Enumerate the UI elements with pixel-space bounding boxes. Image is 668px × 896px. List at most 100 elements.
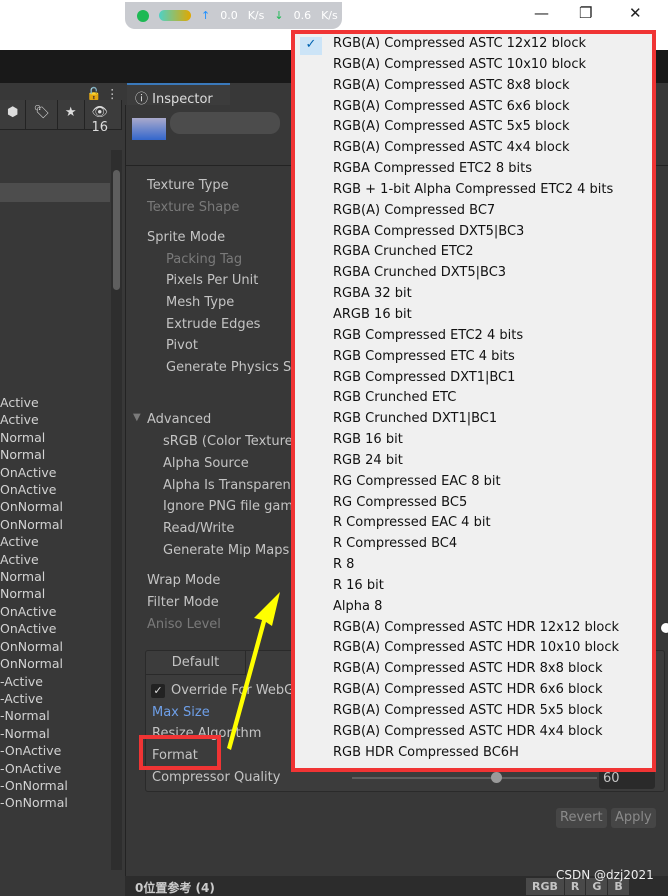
hierarchy-list: Active Active Normal Normal OnActive OnActive… bbox=[0, 394, 68, 812]
format-option[interactable]: R 8 bbox=[333, 555, 619, 576]
check-icon: ✓ bbox=[300, 37, 322, 55]
format-option[interactable]: RGB(A) Compressed ASTC HDR 5x5 block bbox=[333, 701, 619, 722]
hierarchy-item[interactable]: OnActive bbox=[0, 481, 68, 498]
status-dot-icon bbox=[137, 9, 149, 22]
format-option[interactable]: RG Compressed BC5 bbox=[333, 493, 619, 514]
format-option[interactable]: RGB(A) Compressed ASTC 4x4 block bbox=[333, 138, 619, 159]
selected-row[interactable] bbox=[0, 183, 110, 202]
format-option[interactable]: RGB Compressed ETC2 4 bits bbox=[333, 326, 619, 347]
format-option[interactable]: RGB(A) Compressed ASTC 5x5 block bbox=[333, 117, 619, 138]
format-option[interactable]: RGB Crunched DXT1|BC1 bbox=[333, 409, 619, 430]
format-options: RGB(A) Compressed ASTC 12x12 block RGB(A)… bbox=[333, 34, 619, 764]
format-option[interactable]: RGB(A) Compressed BC7 bbox=[333, 201, 619, 222]
format-option[interactable]: R Compressed BC4 bbox=[333, 534, 619, 555]
hierarchy-item[interactable]: OnActive bbox=[0, 620, 68, 637]
apply-button[interactable]: Apply bbox=[611, 808, 656, 828]
tab-inspector[interactable]: ⓘ Inspector bbox=[127, 83, 230, 107]
texture-thumbnail bbox=[132, 118, 166, 140]
quality-slider[interactable] bbox=[352, 777, 597, 779]
load-gauge bbox=[159, 10, 191, 21]
hierarchy-item[interactable]: OnNormal bbox=[0, 655, 68, 672]
quality-slider-knob[interactable] bbox=[491, 772, 502, 783]
hidden-count-icon[interactable]: 👁16 bbox=[85, 100, 122, 135]
star-icon[interactable]: ★ bbox=[58, 100, 85, 129]
label-advanced[interactable]: Advanced bbox=[147, 412, 211, 427]
hierarchy-item[interactable]: OnNormal bbox=[0, 638, 68, 655]
format-option[interactable]: RGB(A) Compressed ASTC HDR 6x6 block bbox=[333, 680, 619, 701]
override-checkbox[interactable]: ✓ bbox=[151, 684, 165, 698]
format-option[interactable]: ARGB 16 bit bbox=[333, 305, 619, 326]
format-option[interactable]: RGB 24 bit bbox=[333, 451, 619, 472]
hierarchy-item[interactable]: -Active bbox=[0, 690, 68, 707]
hierarchy-item[interactable]: -OnNormal bbox=[0, 794, 68, 811]
hierarchy-item[interactable]: -Active bbox=[0, 673, 68, 690]
hierarchy-item[interactable]: Normal bbox=[0, 585, 68, 602]
label-filter-mode: Filter Mode bbox=[147, 595, 219, 610]
hierarchy-item[interactable]: -Normal bbox=[0, 707, 68, 724]
maximize-button[interactable]: ❐ bbox=[579, 4, 592, 22]
upload-speed: 0.0 bbox=[220, 9, 238, 22]
download-unit: K/s bbox=[321, 9, 338, 22]
hierarchy-item[interactable]: OnNormal bbox=[0, 498, 68, 515]
hierarchy-item[interactable]: Normal bbox=[0, 568, 68, 585]
label-alpha-source: Alpha Source bbox=[163, 456, 249, 471]
label-packing-tag: Packing Tag bbox=[166, 252, 243, 267]
format-option[interactable]: RGB(A) Compressed ASTC HDR 10x10 block bbox=[333, 638, 619, 659]
hierarchy-item[interactable]: Normal bbox=[0, 446, 68, 463]
format-option[interactable]: RGB Compressed ETC 4 bits bbox=[333, 347, 619, 368]
hierarchy-item[interactable]: Active bbox=[0, 394, 68, 411]
revert-button[interactable]: Revert bbox=[556, 808, 607, 828]
format-option[interactable]: RGB(A) Compressed ASTC HDR 12x12 block bbox=[333, 618, 619, 639]
shapes-icon[interactable]: ⬢ bbox=[0, 100, 27, 129]
format-option[interactable]: RGB Compressed DXT1|BC1 bbox=[333, 368, 619, 389]
format-option[interactable]: RGBA Compressed DXT5|BC3 bbox=[333, 222, 619, 243]
format-option[interactable]: R Compressed EAC 4 bit bbox=[333, 513, 619, 534]
format-option[interactable]: RGBA Crunched ETC2 bbox=[333, 242, 619, 263]
quality-input[interactable]: 60 bbox=[599, 769, 655, 789]
format-option[interactable]: RG Compressed EAC 8 bit bbox=[333, 472, 619, 493]
tag-icon[interactable]: 🏷 bbox=[26, 100, 58, 129]
hierarchy-item[interactable]: Active bbox=[0, 533, 68, 550]
format-option[interactable]: RGBA Crunched DXT5|BC3 bbox=[333, 263, 619, 284]
label-srgb: sRGB (Color Texture bbox=[163, 434, 293, 449]
label-pivot: Pivot bbox=[166, 338, 198, 353]
format-option[interactable]: RGBA Compressed ETC2 8 bits bbox=[333, 159, 619, 180]
foldout-arrow-icon[interactable]: ▼ bbox=[133, 412, 141, 423]
hierarchy-item[interactable]: -OnActive bbox=[0, 760, 68, 777]
format-option[interactable]: RGB + 1-bit Alpha Compressed ETC2 4 bits bbox=[333, 180, 619, 201]
format-option[interactable]: RGB(A) Compressed ASTC 8x8 block bbox=[333, 76, 619, 97]
hierarchy-item[interactable]: OnActive bbox=[0, 603, 68, 620]
hierarchy-item[interactable]: -Normal bbox=[0, 725, 68, 742]
format-option[interactable]: RGBA 32 bit bbox=[333, 284, 619, 305]
format-option[interactable]: RGB 16 bit bbox=[333, 430, 619, 451]
label-pixels-per-unit: Pixels Per Unit bbox=[166, 273, 259, 288]
format-option[interactable]: RGB(A) Compressed ASTC HDR 8x8 block bbox=[333, 659, 619, 680]
more-icon[interactable]: ⋮ bbox=[106, 86, 119, 101]
hierarchy-item[interactable]: Active bbox=[0, 411, 68, 428]
close-button[interactable]: ✕ bbox=[629, 4, 642, 22]
upload-unit: K/s bbox=[247, 9, 265, 22]
format-option[interactable]: Alpha 8 bbox=[333, 597, 619, 618]
highlight-box-format bbox=[139, 735, 221, 770]
label-wrap-mode: Wrap Mode bbox=[147, 573, 221, 588]
format-option[interactable]: RGB Crunched ETC bbox=[333, 388, 619, 409]
resize-handle[interactable] bbox=[660, 622, 668, 634]
hierarchy-item[interactable]: OnNormal bbox=[0, 516, 68, 533]
minimize-button[interactable]: — bbox=[534, 4, 549, 22]
label-alpha-transparency: Alpha Is Transparency bbox=[163, 478, 306, 493]
hierarchy-item[interactable]: -OnNormal bbox=[0, 777, 68, 794]
format-option[interactable]: R 16 bit bbox=[333, 576, 619, 597]
hierarchy-item[interactable]: Normal bbox=[0, 429, 68, 446]
format-option[interactable]: RGB HDR Compressed BC6H bbox=[333, 743, 619, 764]
label-texture-type: Texture Type bbox=[147, 178, 229, 193]
format-option[interactable]: RGB(A) Compressed ASTC 10x10 block bbox=[333, 55, 619, 76]
scrollbar-thumb[interactable] bbox=[113, 170, 120, 290]
format-option[interactable]: RGB(A) Compressed ASTC HDR 4x4 block bbox=[333, 722, 619, 743]
tab-default[interactable]: Default bbox=[146, 651, 246, 675]
asset-name-blurred bbox=[170, 112, 280, 134]
format-option[interactable]: RGB(A) Compressed ASTC 6x6 block bbox=[333, 97, 619, 118]
hierarchy-item[interactable]: Active bbox=[0, 551, 68, 568]
hierarchy-item[interactable]: OnActive bbox=[0, 464, 68, 481]
hierarchy-item[interactable]: -OnActive bbox=[0, 742, 68, 759]
format-option[interactable]: RGB(A) Compressed ASTC 12x12 block bbox=[333, 34, 619, 55]
